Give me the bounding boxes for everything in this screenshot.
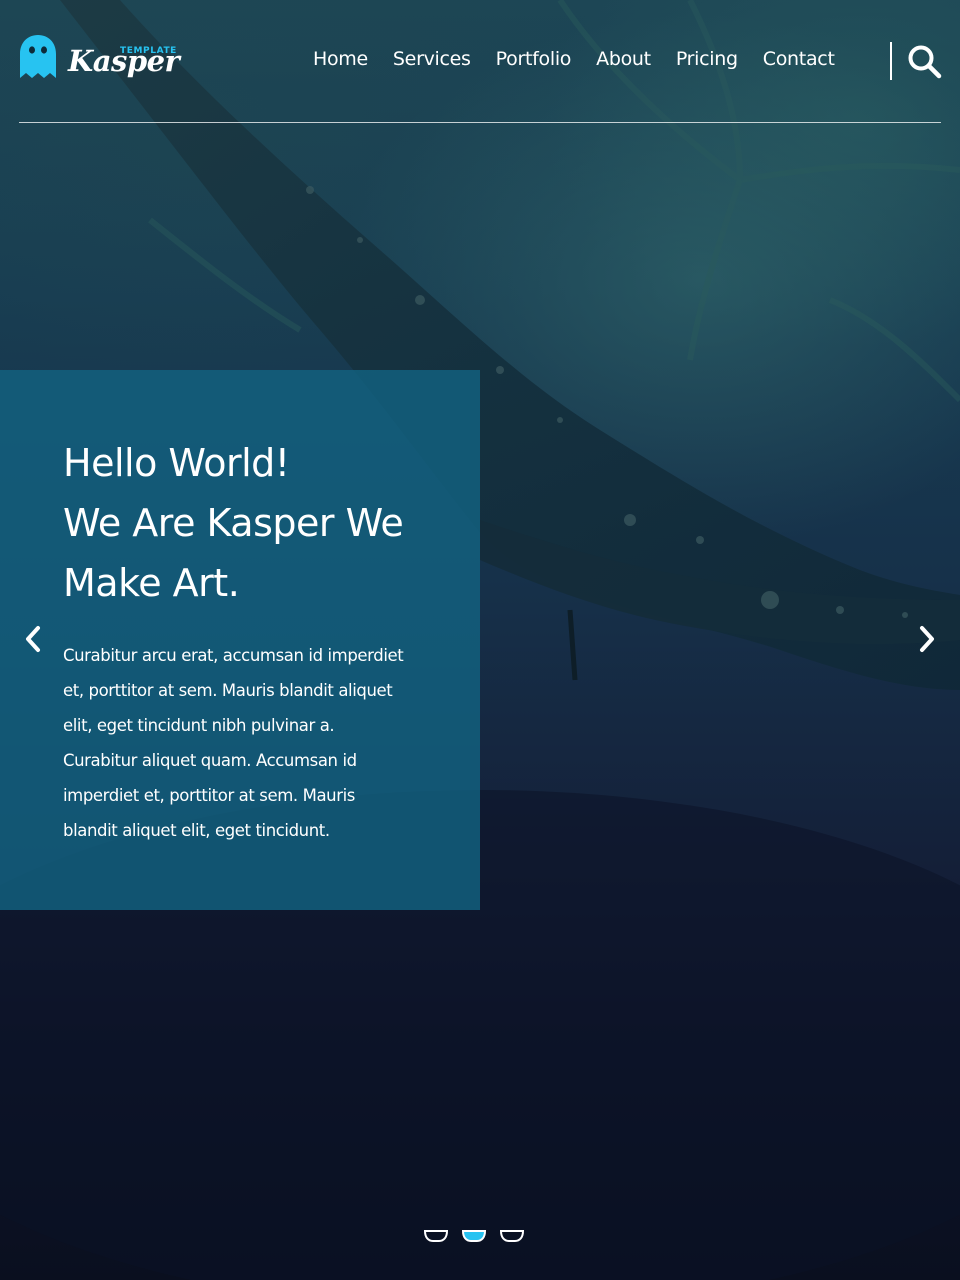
nav-link-about[interactable]: About — [596, 48, 651, 70]
hero-title-line: We Are Kasper We — [63, 501, 404, 545]
ghost-logo-icon — [20, 35, 56, 78]
chevron-right-icon — [920, 626, 934, 652]
main-nav: Home Services Portfolio About Pricing Co… — [313, 48, 860, 70]
nav-divider — [890, 42, 892, 80]
slider-dot-2-active[interactable] — [461, 1229, 487, 1243]
slider-prev-button[interactable] — [22, 624, 46, 654]
slider-next-button[interactable] — [914, 624, 938, 654]
nav-link-home[interactable]: Home — [313, 48, 368, 70]
slider-dots — [423, 1229, 533, 1245]
hero-title: Hello World! We Are Kasper We Make Art. — [63, 433, 463, 613]
nav-link-pricing[interactable]: Pricing — [676, 48, 738, 70]
search-icon — [908, 45, 942, 79]
hero-description-line: imperdiet et, porttitor at sem. Mauris — [63, 786, 355, 805]
hero-description-line: Curabitur arcu erat, accumsan id imperdi… — [63, 646, 404, 665]
logo-wordmark: Kasper — [68, 44, 180, 78]
hero-description-line: et, porttitor at sem. Mauris blandit ali… — [63, 681, 393, 700]
hero-title-line: Make Art. — [63, 561, 240, 605]
hero-title-line: Hello World! — [63, 441, 290, 485]
nav-link-services[interactable]: Services — [393, 48, 471, 70]
chevron-left-icon — [26, 626, 40, 652]
hero-description-line: elit, eget tincidunt nibh pulvinar a. — [63, 716, 335, 735]
slider-dot-3[interactable] — [499, 1229, 525, 1243]
hero-description: Curabitur arcu erat, accumsan id imperdi… — [63, 638, 433, 848]
page: TEMPLATE Kasper Home Services Portfolio … — [0, 0, 960, 1280]
search-button[interactable] — [907, 44, 943, 80]
logo[interactable]: TEMPLATE Kasper — [19, 34, 180, 86]
hero-description-line: Curabitur aliquet quam. Accumsan id — [63, 751, 357, 770]
slider-dot-1[interactable] — [423, 1229, 449, 1243]
nav-link-contact[interactable]: Contact — [763, 48, 835, 70]
nav-link-portfolio[interactable]: Portfolio — [496, 48, 572, 70]
site-header: TEMPLATE Kasper Home Services Portfolio … — [19, 0, 943, 123]
hero-description-line: blandit aliquet elit, eget tincidunt. — [63, 821, 330, 840]
